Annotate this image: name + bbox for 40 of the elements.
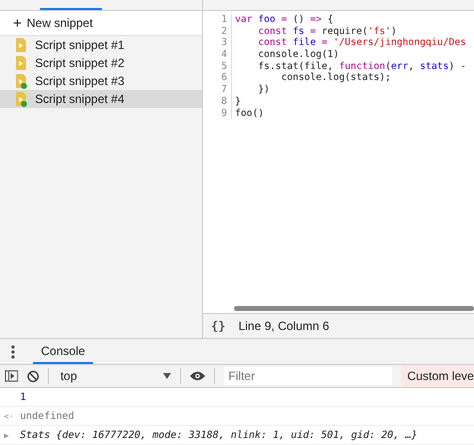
eye-icon[interactable] — [190, 371, 206, 381]
code-line: fs.stat(file, function(err, stats) - — [257, 60, 466, 72]
code-line: console.log(1) — [257, 49, 339, 61]
result-icon: <· — [4, 412, 16, 420]
pretty-print-button[interactable]: {} — [211, 319, 226, 333]
console-message: Stats {dev: 16777220, mode: 33188, nlink: 1, uid: 501, gid: 20, …} — [20, 430, 418, 440]
code-line: console.log(stats); — [280, 72, 391, 84]
code-line: }) — [257, 84, 270, 96]
line-number: 6 — [203, 72, 232, 84]
levels-dropdown[interactable]: Custom leve — [401, 365, 474, 387]
line-number: 9 — [203, 108, 232, 120]
code-line: foo() — [234, 108, 264, 120]
code-line: const fs = require('fs') — [257, 26, 397, 38]
snippet-item[interactable]: Script snippet #3 — [0, 72, 202, 90]
caret-icon — [163, 373, 172, 379]
code-line: } — [234, 96, 241, 108]
line-number: 8 — [203, 96, 232, 108]
snippet-item[interactable]: Script snippet #1 — [0, 36, 202, 54]
line-number: 3 — [203, 37, 232, 50]
line-number: 7 — [203, 84, 232, 96]
code-line: var foo = () => { — [234, 14, 334, 26]
cursor-position: Line 9, Column 6 — [238, 319, 330, 333]
scrollbar-thumb[interactable] — [234, 306, 474, 310]
line-number: 5 — [203, 60, 232, 72]
console-message: 1 — [20, 392, 26, 402]
snippet-item[interactable]: Script snippet #4 — [0, 90, 202, 108]
console-message: undefined — [20, 410, 74, 422]
clear-icon[interactable] — [27, 370, 40, 382]
snippet-item[interactable]: Script snippet #2 — [0, 54, 202, 72]
line-number: 2 — [203, 26, 232, 38]
filter-field[interactable]: Filter — [224, 367, 392, 385]
line-number: 1 — [203, 14, 232, 26]
expand-icon: ▶ — [4, 430, 16, 440]
new-snippet-button[interactable]: New snippet — [26, 16, 93, 30]
code-line: const file = '/Users/jinghongqiu/Des — [257, 37, 466, 50]
context-select[interactable]: top — [58, 369, 172, 383]
sidebar-toggle-icon[interactable] — [5, 370, 18, 382]
line-number: 4 — [203, 49, 232, 61]
plus-icon: + — [13, 16, 22, 30]
more-icon[interactable] — [11, 344, 15, 358]
